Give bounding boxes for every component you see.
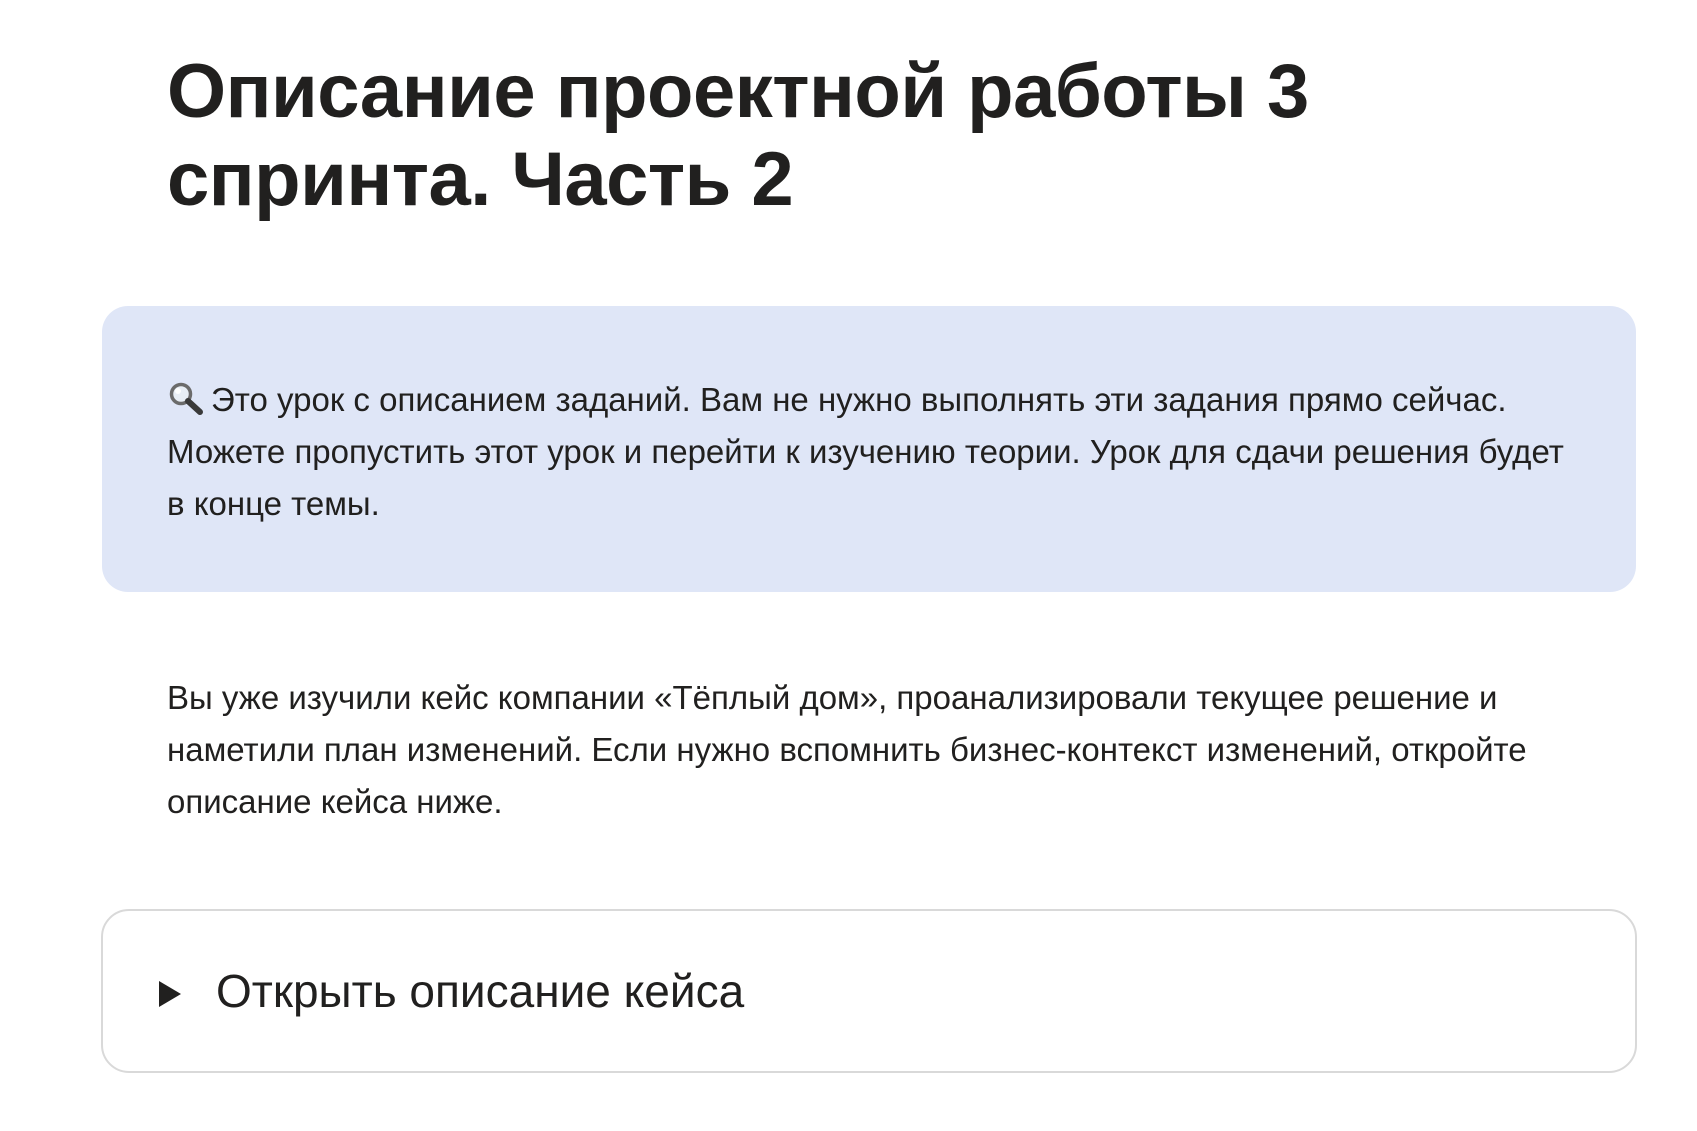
callout-text: Это урок с описанием заданий. Вам не нуж…: [167, 381, 1564, 522]
page-title: Описание проектной работы 3 спринта. Час…: [167, 49, 1309, 222]
expander-label: Открыть описание кейса: [216, 965, 745, 1017]
callout-text-block: Это урок с описанием заданий. Вам не нуж…: [167, 374, 1587, 530]
magnifying-glass-icon: [167, 378, 205, 415]
case-description-expander[interactable]: Открыть описание кейса: [101, 909, 1637, 1073]
triangle-right-icon: [159, 981, 181, 1007]
lesson-page: Описание проектной работы 3 спринта. Час…: [0, 0, 1697, 1131]
intro-paragraph: Вы уже изучили кейс компании «Тёплый дом…: [167, 679, 1527, 820]
info-callout: Это урок с описанием заданий. Вам не нуж…: [102, 306, 1636, 592]
magnifying-glass-svg: [169, 382, 203, 415]
